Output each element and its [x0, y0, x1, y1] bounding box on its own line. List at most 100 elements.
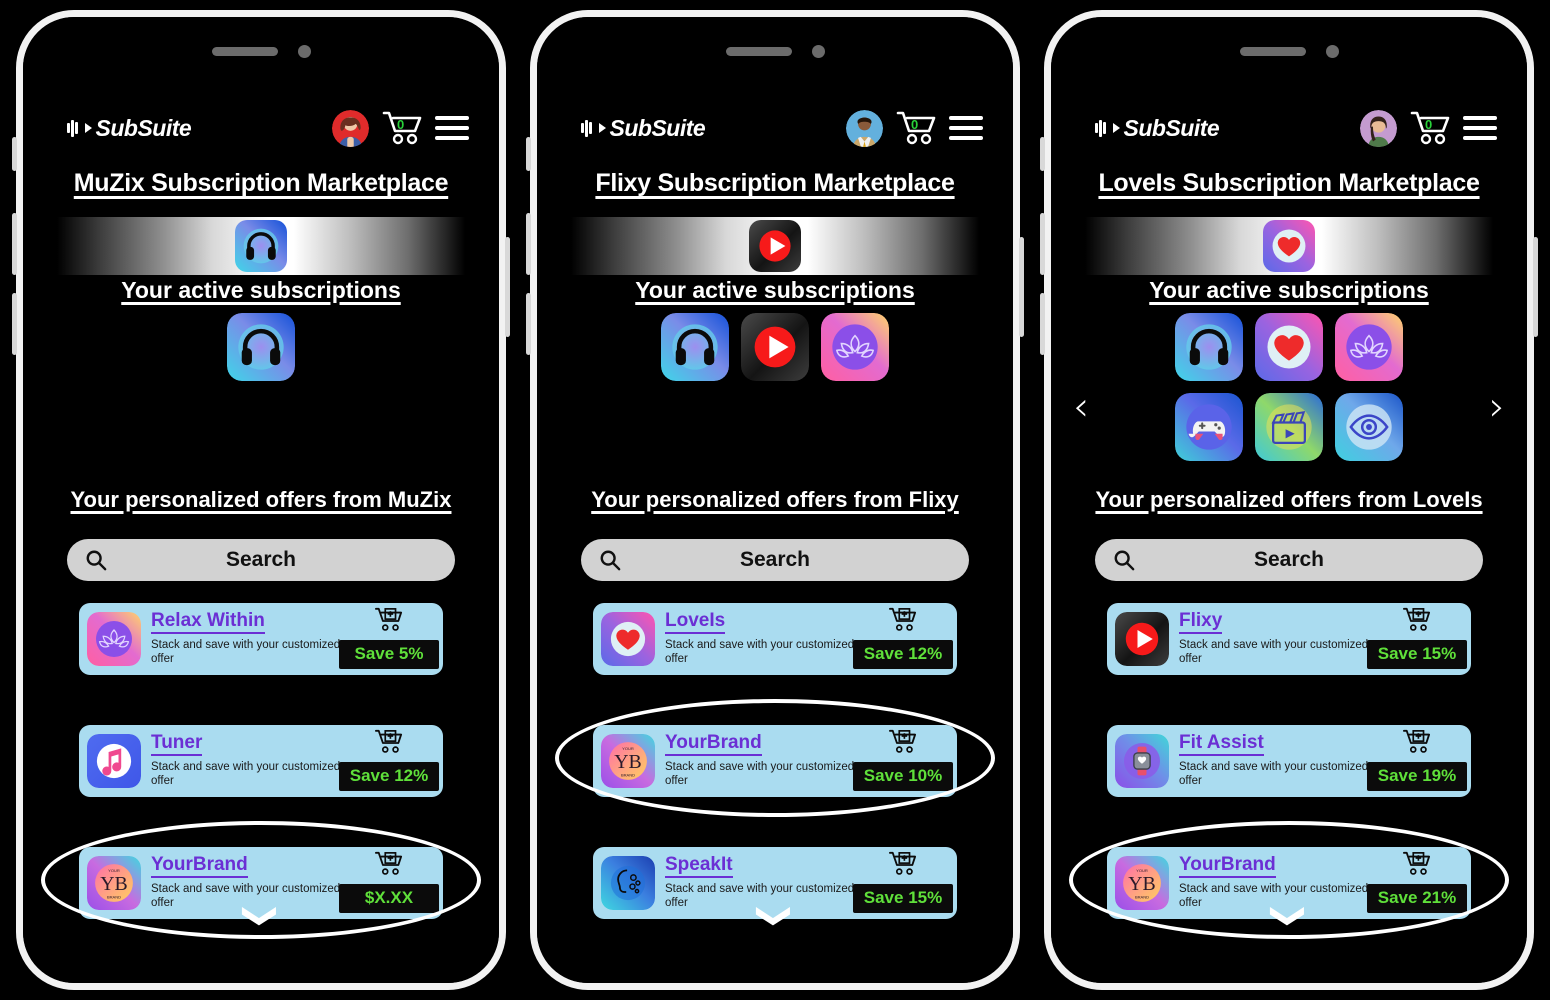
subscription-icon-eye[interactable] — [1335, 393, 1403, 461]
phone-mockup-loveis: SubSuite 0 LoveIs Subscription Marketpla… — [1040, 10, 1538, 990]
offer-cta[interactable]: Save 5% — [339, 603, 439, 675]
offer-text: Flixy Stack and save with your customize… — [1179, 611, 1371, 667]
add-to-cart-icon[interactable] — [375, 851, 403, 877]
subscription-icon-play[interactable] — [741, 313, 809, 381]
volume-down-button[interactable] — [526, 293, 531, 355]
search-placeholder: Search — [225, 548, 297, 571]
scroll-down-chevron-icon[interactable]: ❯ — [241, 678, 281, 983]
svg-text:BRAND: BRAND — [621, 772, 635, 777]
avatar[interactable] — [1360, 109, 1397, 147]
offer-description: Stack and save with your customized offe… — [1179, 639, 1369, 666]
power-button[interactable] — [1019, 237, 1024, 337]
phone-notch — [23, 45, 499, 58]
svg-text:BRAND: BRAND — [1135, 894, 1149, 899]
subscription-icon-headphones[interactable] — [227, 313, 295, 381]
subscription-icon-lotus[interactable] — [1335, 313, 1403, 381]
power-button[interactable] — [505, 237, 510, 337]
add-to-cart-icon[interactable] — [375, 729, 403, 755]
offer-card[interactable]: LoveIs Stack and save with your customiz… — [593, 603, 957, 675]
carousel-next-button[interactable]: › — [1489, 387, 1505, 427]
add-to-cart-icon[interactable] — [1403, 851, 1431, 877]
search-input[interactable]: Search — [1095, 539, 1483, 581]
volume-up-button[interactable] — [526, 213, 531, 275]
save-badge: Save 5% — [339, 640, 439, 669]
brand-logo[interactable]: SubSuite — [67, 115, 192, 142]
power-button[interactable] — [1533, 237, 1538, 337]
offer-name: Tuner — [151, 733, 203, 757]
add-to-cart-icon[interactable] — [889, 607, 917, 633]
offer-cta[interactable]: $X.XX — [339, 847, 439, 919]
cart-count: 0 — [1425, 117, 1433, 132]
offers-title: Your personalized offers from LoveIs — [1095, 487, 1483, 512]
avatar[interactable] — [332, 109, 369, 147]
play-icon[interactable] — [749, 220, 801, 272]
hamburger-menu-icon[interactable] — [435, 116, 469, 140]
search-input[interactable]: Search — [581, 539, 969, 581]
hamburger-menu-icon[interactable] — [1463, 116, 1497, 140]
subscription-icon-headphones[interactable] — [661, 313, 729, 381]
mute-switch[interactable] — [12, 137, 17, 171]
offers-title: Your personalized offers from Flixy — [591, 487, 959, 512]
hamburger-menu-icon[interactable] — [949, 116, 983, 140]
save-badge: Save 19% — [1367, 762, 1467, 791]
save-badge: Save 15% — [853, 884, 953, 913]
subscription-icon-heart[interactable] — [1255, 313, 1323, 381]
mute-switch[interactable] — [526, 137, 531, 171]
scroll-down-chevron-icon[interactable]: ❯ — [1269, 678, 1309, 983]
offer-card[interactable]: Relax Within Stack and save with your cu… — [79, 603, 443, 675]
volume-up-button[interactable] — [1040, 213, 1045, 275]
volume-down-button[interactable] — [1040, 293, 1045, 355]
yourbrand-icon: YB YOUR BRAND — [1115, 856, 1169, 910]
earpiece-speaker — [725, 47, 792, 56]
volume-up-button[interactable] — [12, 213, 17, 275]
subscription-icon-lotus[interactable] — [821, 313, 889, 381]
svg-text:YB: YB — [614, 751, 641, 773]
heart-icon[interactable] — [1263, 220, 1315, 272]
brand-logo[interactable]: SubSuite — [581, 115, 706, 142]
header-actions: 0 — [846, 109, 983, 147]
brand-name: SubSuite — [1123, 114, 1220, 141]
offer-cta[interactable]: Save 10% — [853, 725, 953, 797]
cart-icon[interactable]: 0 — [1410, 109, 1450, 147]
add-to-cart-icon[interactable] — [375, 607, 403, 633]
offer-cta[interactable]: Save 19% — [1367, 725, 1467, 797]
offer-cta[interactable]: Save 21% — [1367, 847, 1467, 919]
phone-screen: SubSuite 0 Flixy Subscription Marketplac… — [537, 17, 1013, 983]
phone-screen: SubSuite 0 MuZix Subscription Marketplac… — [23, 17, 499, 983]
svg-text:BRAND: BRAND — [107, 894, 121, 899]
offer-cta[interactable]: Save 12% — [853, 603, 953, 675]
add-to-cart-icon[interactable] — [1403, 607, 1431, 633]
speech-icon — [601, 856, 655, 910]
add-to-cart-icon[interactable] — [889, 729, 917, 755]
add-to-cart-icon[interactable] — [1403, 729, 1431, 755]
cart-count: 0 — [911, 117, 919, 132]
offer-description: Stack and save with your customized offe… — [151, 639, 341, 666]
search-input[interactable]: Search — [67, 539, 455, 581]
subscription-icon-gamepad[interactable] — [1175, 393, 1243, 461]
offer-name: YourBrand — [1179, 855, 1276, 879]
cart-icon[interactable]: 0 — [382, 109, 422, 147]
volume-down-button[interactable] — [12, 293, 17, 355]
soundwave-icon — [67, 119, 78, 137]
save-badge: Save 12% — [853, 640, 953, 669]
cart-icon[interactable]: 0 — [896, 109, 936, 147]
header-actions: 0 — [1360, 109, 1497, 147]
phone-notch — [1051, 45, 1527, 58]
subscription-icon-headphones[interactable] — [1175, 313, 1243, 381]
avatar[interactable] — [846, 109, 883, 147]
headphones-icon[interactable] — [235, 220, 287, 272]
page-title: LoveIs Subscription Marketplace — [1098, 169, 1480, 197]
front-camera — [1325, 45, 1339, 58]
offer-card[interactable]: Flixy Stack and save with your customize… — [1107, 603, 1471, 675]
save-badge: Save 12% — [339, 762, 439, 791]
subscription-icon-clapperboard[interactable] — [1255, 393, 1323, 461]
carousel-prev-button[interactable]: ‹ — [1073, 387, 1089, 427]
mute-switch[interactable] — [1040, 137, 1045, 171]
brand-logo[interactable]: SubSuite — [1095, 114, 1220, 142]
subscriptions-title: Your active subscriptions — [635, 277, 915, 303]
add-to-cart-icon[interactable] — [889, 851, 917, 877]
offer-cta[interactable]: Save 15% — [1367, 603, 1467, 675]
offer-cta[interactable]: Save 12% — [339, 725, 439, 797]
scroll-down-chevron-icon[interactable]: ❯ — [755, 678, 795, 983]
offer-cta[interactable]: Save 15% — [853, 847, 953, 919]
